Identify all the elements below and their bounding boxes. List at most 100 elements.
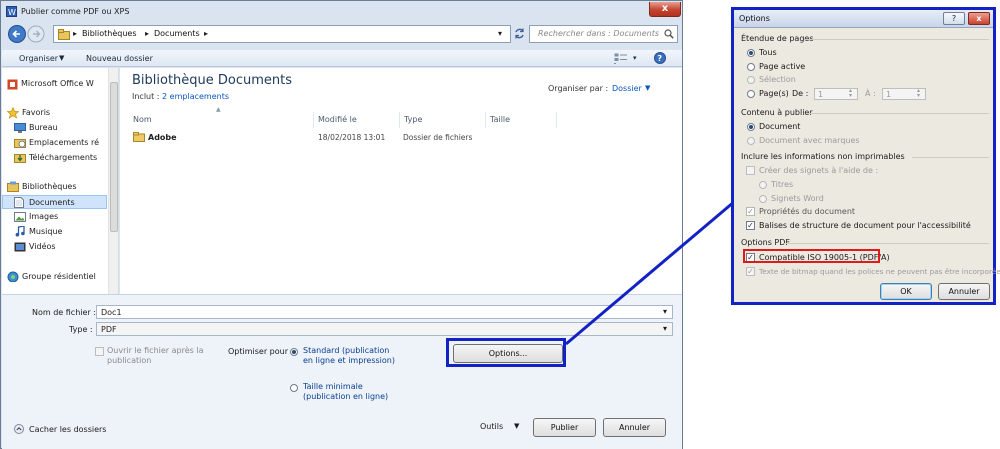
range-current-radio[interactable] [747, 63, 755, 71]
ok-button[interactable]: OK [880, 283, 932, 300]
address-dropdown-icon[interactable]: ▾ [498, 29, 502, 38]
chevron-down-icon: ▼ [514, 422, 520, 430]
range-selection-radio[interactable] [747, 76, 755, 84]
type-select[interactable]: PDF ▾ [96, 322, 673, 336]
cancel-button[interactable]: Annuler [938, 283, 990, 300]
forward-button[interactable] [27, 24, 45, 44]
nav-item-images[interactable]: Images [2, 210, 107, 224]
range-from-spinner[interactable]: 1 ▴ ▾ [814, 88, 858, 100]
create-bookmarks-checkbox[interactable] [746, 166, 755, 175]
create-bookmarks-label[interactable]: Créer des signets à l'aide de : [759, 166, 878, 175]
nav-item-videos[interactable]: Vidéos [2, 240, 107, 254]
bookmarks-word-label[interactable]: Signets Word [771, 194, 824, 203]
nav-item-office[interactable]: Microsoft Office W [2, 77, 107, 91]
scrollbar-thumb[interactable] [110, 82, 118, 232]
back-button[interactable] [7, 24, 27, 44]
nav-item-downloads[interactable]: Téléchargements [2, 151, 107, 165]
view-dropdown-icon[interactable]: ▾ [633, 54, 637, 62]
close-button[interactable]: x [649, 2, 681, 17]
refresh-icon[interactable] [513, 27, 526, 40]
type-label: Type : [69, 325, 93, 334]
properties-label[interactable]: Propriétés du document [759, 207, 855, 216]
options-titlebar: Options ? x [734, 10, 993, 28]
library-folder-icon [58, 29, 70, 40]
range-to-spinner[interactable]: 1 ▴ ▾ [882, 88, 926, 100]
breadcrumb-item[interactable]: Bibliothèques [82, 29, 137, 38]
tools-menu[interactable]: Outils [480, 422, 503, 431]
column-header-type[interactable]: Type [401, 112, 486, 128]
publish-markup-label[interactable]: Document avec marques [759, 136, 860, 145]
cancel-button[interactable]: Annuler [603, 418, 666, 437]
column-header-size[interactable]: Taille [487, 112, 557, 128]
close-icon: x [661, 3, 669, 14]
recent-places-icon [14, 139, 26, 148]
properties-checkbox[interactable]: ✓ [746, 207, 755, 216]
nav-item-music[interactable]: Musique [2, 225, 107, 239]
optimize-standard-radio[interactable] [290, 348, 298, 356]
nav-scrollbar[interactable] [108, 68, 118, 294]
nav-item-homegroup[interactable]: Groupe résidentiel [2, 270, 107, 284]
optimize-standard-label[interactable]: Standard (publication en ligne et impres… [303, 346, 398, 366]
search-placeholder: Rechercher dans : Documents [538, 29, 659, 38]
bookmarks-headings-label[interactable]: Titres [771, 180, 793, 189]
filename-input[interactable]: Doc1 ▾ [96, 305, 673, 319]
arrange-by-label: Organiser par : [548, 84, 609, 93]
divider [912, 157, 989, 158]
nav-item-libraries[interactable]: Bibliothèques [2, 180, 107, 194]
help-icon[interactable]: ? [654, 52, 666, 64]
optimize-minimal-radio[interactable] [290, 384, 298, 392]
bitmap-text-checkbox[interactable]: ✓ [746, 267, 755, 276]
hide-folders-toggle[interactable]: Cacher les dossiers [29, 425, 106, 434]
table-row[interactable]: Adobe 18/02/2018 13:01 Dossier de fichie… [130, 129, 550, 144]
open-after-checkbox[interactable] [95, 347, 104, 356]
options-button-highlight [446, 338, 566, 367]
documents-icon [14, 197, 24, 208]
bookmarks-headings-radio[interactable] [759, 181, 767, 189]
locations-link[interactable]: 2 emplacements [162, 92, 229, 101]
breadcrumb-item[interactable]: Documents [154, 29, 200, 38]
range-current-label[interactable]: Page active [759, 62, 805, 71]
structure-tags-checkbox[interactable]: ✓ [746, 221, 755, 230]
range-selection-label[interactable]: Sélection [759, 75, 796, 84]
publish-button[interactable]: Publier [533, 418, 596, 437]
structure-tags-label[interactable]: Balises de structure de document pour l'… [759, 221, 971, 230]
column-header-modified[interactable]: Modifié le [315, 112, 400, 128]
chevron-down-icon: ▼ [59, 54, 65, 62]
file-modified: 18/02/2018 13:01 [318, 133, 386, 142]
publish-document-label[interactable]: Document [759, 122, 800, 131]
column-header-name[interactable]: Nom [130, 112, 314, 128]
libraries-icon [7, 181, 19, 192]
non-printing-heading: Inclure les informations non imprimables [741, 152, 905, 161]
nav-item-desktop[interactable]: Bureau [2, 121, 107, 135]
close-button[interactable]: x [968, 12, 990, 25]
open-after-label: Ouvrir le fichier après la publication [107, 346, 204, 365]
publish-markup-radio[interactable] [747, 137, 755, 145]
address-bar[interactable]: ▸ Bibliothèques ▸ Documents ▸ ▾ [53, 25, 511, 43]
publish-document-radio[interactable] [747, 123, 755, 131]
breadcrumb-chevron-icon: ▸ [145, 29, 150, 38]
options-title: Options [739, 14, 770, 23]
range-pages-label[interactable]: Page(s) [759, 89, 789, 98]
arrange-by-dropdown[interactable]: Dossier [612, 84, 642, 93]
help-button[interactable]: ? [943, 12, 965, 25]
nav-item-favorites[interactable]: Favoris [2, 106, 107, 120]
range-pages-radio[interactable] [747, 90, 755, 98]
view-options-icon[interactable] [614, 53, 628, 64]
window-title: Publier comme PDF ou XPS [21, 7, 130, 16]
organize-menu[interactable]: Organiser [19, 54, 58, 63]
nav-item-documents[interactable]: Documents [2, 195, 107, 209]
downloads-icon [14, 154, 26, 163]
videos-icon [14, 242, 26, 252]
nav-item-recent-places[interactable]: Emplacements ré [2, 136, 107, 150]
bitmap-text-label[interactable]: Texte de bitmap quand les polices ne peu… [759, 267, 1000, 276]
range-all-radio[interactable] [747, 49, 755, 57]
star-icon [7, 107, 19, 119]
breadcrumb-chevron-icon: ▸ [204, 29, 209, 38]
bookmarks-word-radio[interactable] [759, 195, 767, 203]
optimize-minimal-label[interactable]: Taille minimale (publication en ligne) [303, 382, 398, 402]
search-input[interactable]: Rechercher dans : Documents [529, 25, 678, 43]
new-folder-button[interactable]: Nouveau dossier [86, 54, 153, 63]
range-from-label: De : [792, 89, 809, 98]
svg-text:W: W [8, 8, 16, 17]
range-all-label[interactable]: Tous [759, 48, 777, 57]
